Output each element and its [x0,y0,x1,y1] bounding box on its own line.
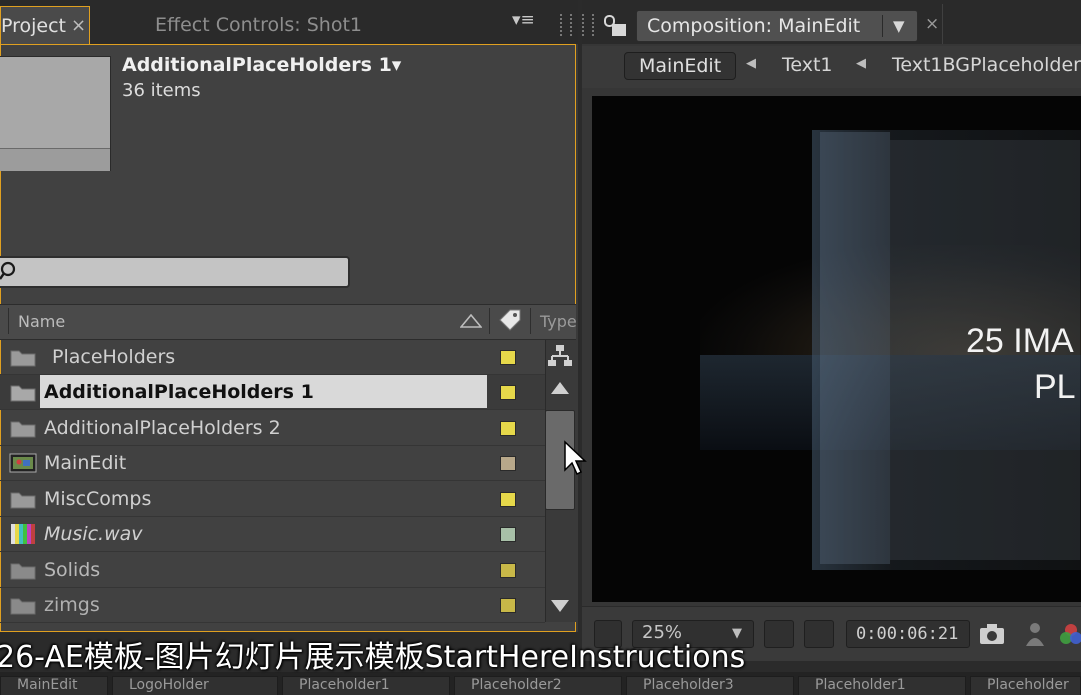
timeline-tab[interactable]: Placeholder1 [798,676,966,695]
tab-bar-spacer [942,4,1081,44]
label-color-swatch[interactable] [500,563,516,578]
composition-icon [9,453,37,473]
video-subtitle: 26-AE模板-图片幻灯片展示模板StartHereInstructions [0,640,746,675]
timeline-tab-label: Placeholder1 [815,677,906,693]
scroll-up-arrow-icon[interactable] [549,378,571,398]
label-color-swatch[interactable] [500,385,516,400]
sort-ascending-icon[interactable] [460,314,482,328]
column-header-type[interactable]: Type [540,312,577,331]
timecode: 0:00:06:21 [856,624,959,644]
breadcrumb-item-text1bgplaceholder[interactable]: Text1BGPlaceholder [892,54,1081,76]
viewer-subtitle-text: PL [1034,368,1076,406]
column-divider [8,308,9,334]
tab-project[interactable]: Project × [0,6,90,44]
show-snapshot-icon[interactable] [1024,620,1046,648]
tab-composition-label: Composition: MainEdit [647,15,861,37]
timeline-tab[interactable]: MainEdit [0,676,108,695]
selected-item-count: 36 items [122,80,201,101]
panel-menu-icon[interactable]: ▾≡ [512,10,535,30]
label-color-swatch[interactable] [500,456,516,471]
list-item-name: MiscComps [44,488,152,510]
tab-effect-controls-label: Effect Controls: Shot1 [155,14,363,36]
list-item[interactable]: Solids [0,553,545,588]
breadcrumb-arrow-icon: ◀ [856,56,866,71]
camera-snapshot-icon[interactable] [978,622,1006,646]
breadcrumb-item-mainedit[interactable]: MainEdit [624,52,736,80]
tab-effect-controls[interactable]: Effect Controls: Shot1 [100,6,510,44]
flowchart-icon[interactable] [547,344,573,368]
audio-file-icon [11,524,35,544]
list-item[interactable]: PlaceHolders [0,340,545,375]
panel-grip-handle[interactable] [582,14,594,36]
list-item[interactable]: MainEdit [0,446,545,481]
lock-icon[interactable] [603,14,629,38]
breadcrumb-label: MainEdit [639,55,722,77]
label-color-swatch[interactable] [500,527,516,542]
breadcrumb-arrow-icon: ◀ [746,56,756,71]
thumbnail-strip [0,148,110,171]
folder-icon [10,492,36,509]
label-color-swatch[interactable] [500,350,516,365]
viewer-layer-strip [820,132,890,564]
label-color-swatch[interactable] [500,598,516,613]
scroll-down-arrow-icon[interactable] [549,596,571,616]
list-item-name: zimgs [44,594,100,616]
timeline-tab[interactable]: Placeholder1 [282,676,450,695]
timeline-tab-label: Placeholder1 [299,677,390,693]
tab-project-label: Project [1,15,67,37]
color-channels-icon[interactable] [1060,622,1081,646]
folder-icon [10,385,36,402]
label-color-swatch[interactable] [500,492,516,507]
mouse-cursor-icon [564,440,587,476]
timeline-tab-label: Placeholder2 [471,677,562,693]
list-item-name: AdditionalPlaceHolders 1 [44,381,314,403]
column-divider [489,308,490,334]
dropdown-arrow-icon[interactable]: ▼ [893,17,905,35]
list-item[interactable]: AdditionalPlaceHolders 1 [0,375,545,410]
selected-item-title[interactable]: AdditionalPlaceHolders 1▾ [122,54,401,76]
list-item-name: MainEdit [44,452,127,474]
timeline-tab-label: MainEdit [17,677,78,693]
list-item-name: Music.wav [44,523,143,545]
mask-visibility-icon[interactable] [804,620,834,648]
close-icon[interactable]: × [71,15,86,36]
list-item-name: Solids [44,559,101,581]
list-item[interactable]: MiscComps [0,482,545,517]
label-color-swatch[interactable] [500,421,516,436]
timeline-tab[interactable]: Placeholder2 [454,676,622,695]
folder-icon [10,598,36,615]
timeline-tab[interactable]: Placeholder [970,676,1081,695]
tab-composition-mainedit[interactable]: Composition: MainEdit ▼ [636,10,918,42]
panel-grip-handle[interactable] [560,14,572,36]
tab-divider [882,15,883,37]
column-divider [530,308,531,334]
timeline-tab[interactable]: Placeholder3 [626,676,794,695]
list-item[interactable]: AdditionalPlaceHolders 2 [0,411,545,446]
breadcrumb-item-text1[interactable]: Text1 [782,54,833,76]
list-item[interactable]: zimgs [0,588,545,623]
timeline-tab[interactable]: LogoHolder [112,676,278,695]
folder-icon [10,421,36,438]
folder-icon [10,350,36,367]
list-item-name: AdditionalPlaceHolders 2 [44,417,281,439]
column-header-name[interactable]: Name [18,312,65,331]
list-item[interactable]: Music.wav [0,517,545,552]
timeline-tab-label: LogoHolder [129,677,209,693]
viewer-title-text: 25 IMA [966,322,1074,360]
timeline-tab-label: Placeholder [987,677,1069,693]
close-icon[interactable]: × [925,14,939,34]
search-icon [0,261,16,280]
grid-guides-icon[interactable] [764,620,794,648]
folder-icon [10,563,36,580]
label-tag-icon[interactable] [494,308,524,334]
project-search-input[interactable] [0,256,350,288]
timeline-tab-label: Placeholder3 [643,677,734,693]
list-item-name: PlaceHolders [52,346,176,368]
